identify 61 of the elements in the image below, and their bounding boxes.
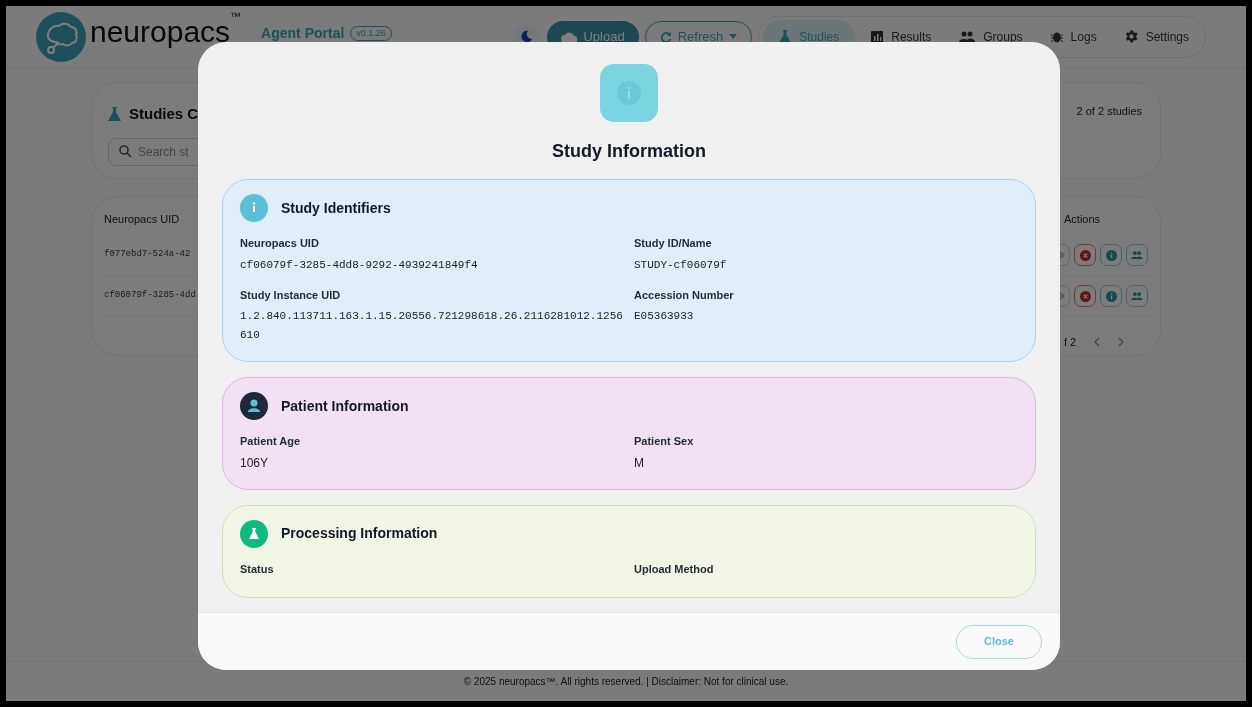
flask-icon (108, 107, 121, 122)
brain-logo-icon (36, 11, 86, 62)
nav-tab[interactable]: Settings (1112, 19, 1201, 54)
bug-icon (1050, 30, 1063, 43)
field-label: Study Instance UID (240, 287, 342, 303)
footer-text: © 2025 neuropacs™. All rights reserved. | Disclaimer: Not for clinical use. (463, 675, 789, 689)
field-value: E05363933 (634, 309, 695, 324)
nav-tab[interactable]: Logs (1038, 19, 1109, 54)
groups-button[interactable] (1126, 244, 1148, 266)
close-circle-icon (1079, 249, 1091, 261)
settings-icon (1124, 30, 1138, 43)
info-icon (1105, 290, 1117, 302)
field-value: 1.2.840.113711.163.1.15.20556.721298618.26.2116281012.1256610 (240, 309, 624, 343)
uid-cell: f077ebd7-524a-42 (104, 248, 191, 262)
chevron-right-icon[interactable] (1118, 337, 1125, 347)
cancel-button[interactable] (1074, 285, 1096, 307)
flask-icon (240, 519, 268, 548)
chevron-left-icon[interactable] (1094, 337, 1101, 347)
card-title: Studies C (129, 104, 199, 124)
dialog-title: Study Information (551, 140, 707, 163)
info-icon (240, 194, 268, 222)
info-icon (1105, 249, 1117, 261)
search-icon (119, 145, 132, 158)
moon-icon (519, 30, 533, 43)
app-title: Agent Portal (261, 24, 345, 43)
info-button[interactable] (1100, 285, 1122, 307)
field-label: Patient Sex (634, 434, 695, 449)
caret-icon (729, 34, 738, 39)
bar-chart-icon (871, 30, 884, 43)
info-button[interactable] (1100, 244, 1122, 266)
section-title: Processing Information (281, 524, 438, 543)
person-icon (240, 392, 268, 420)
field-label: Upload Method (634, 561, 715, 577)
people-icon (1131, 251, 1143, 259)
trademark-mark: ™ (230, 9, 242, 24)
info-icon (600, 64, 658, 122)
cancel-button[interactable] (1074, 244, 1096, 266)
people-icon (1131, 292, 1143, 300)
study-count: 2 of 2 studies (1076, 104, 1143, 119)
field-label: Neuropacs UID (240, 236, 320, 251)
close-circle-icon (1079, 290, 1091, 302)
field-value: M (634, 454, 645, 472)
section-title: Study Identifiers (281, 198, 391, 218)
flask-icon (779, 30, 792, 43)
uid-cell: cf06079f-3285-4dd (104, 289, 196, 303)
field-label: Accession Number (634, 287, 735, 303)
groups-button[interactable] (1126, 285, 1148, 307)
cloud-upload-icon (561, 30, 578, 43)
brand-name: neuropacs (90, 16, 231, 47)
field-label: Patient Age (240, 434, 302, 449)
column-header: Neuropacs UID (104, 212, 181, 227)
section-title: Patient Information (281, 396, 409, 416)
field-label: Status (240, 561, 275, 577)
field-value: STUDY-cf06079f (634, 257, 728, 273)
field-value: cf06079f-3285-4dd8-9292-4939241849f4 (240, 257, 479, 273)
pagination-text: f 2 (1064, 334, 1077, 350)
field-label: Study ID/Name (634, 236, 713, 251)
refresh-icon (659, 30, 672, 43)
column-header: Actions (1063, 212, 1102, 227)
people-icon (959, 31, 976, 42)
field-value: 106Y (240, 454, 270, 472)
